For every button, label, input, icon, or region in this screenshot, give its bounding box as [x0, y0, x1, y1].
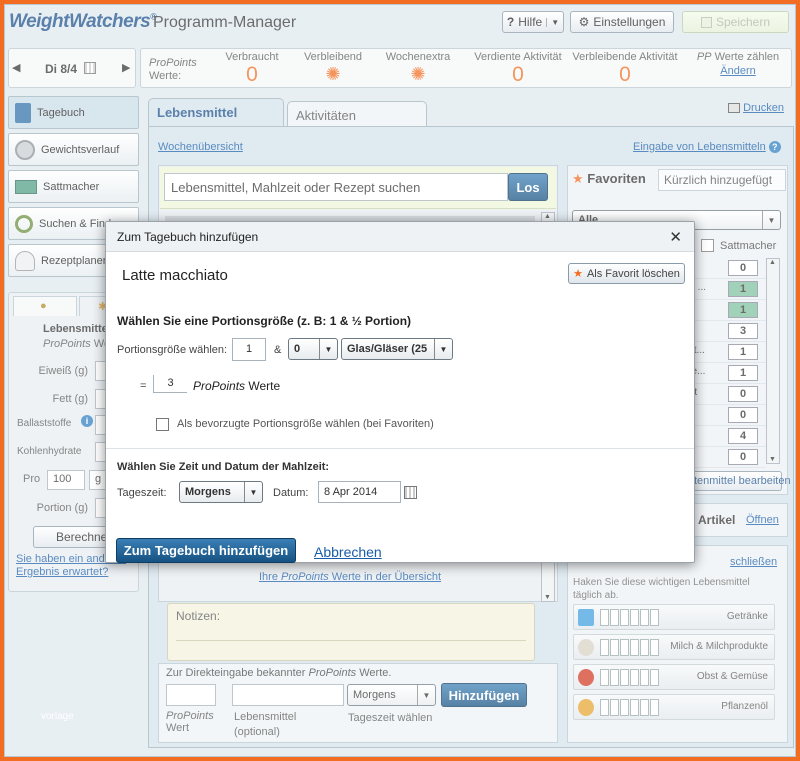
datum-input[interactable]: 8 Apr 2014	[318, 481, 401, 503]
dialog-title: Zum Tagebuch hinzufügen	[117, 230, 259, 244]
tageszeit-label: Tageszeit:	[117, 487, 167, 499]
amp-label: &	[274, 344, 282, 356]
portion-heading: Wählen Sie eine Portionsgröße (z. B: 1 &…	[117, 314, 412, 328]
food-name: Latte macchiato	[122, 267, 228, 284]
time-heading: Wählen Sie Zeit und Datum der Mahlzeit:	[117, 461, 330, 473]
star-icon: ★	[573, 268, 583, 280]
fav-delete-button[interactable]: ★ Als Favorit löschen	[568, 263, 685, 284]
cancel-link[interactable]: Abbrechen	[314, 544, 382, 560]
app-frame: WeightWatchers® Programm-Manager ? Hilfe…	[4, 4, 796, 757]
dialog-header: Zum Tagebuch hinzufügen ✕	[106, 222, 694, 252]
chevron-down-icon: ▼	[244, 482, 262, 502]
datum-label: Datum:	[273, 487, 309, 499]
add-to-diary-dialog: Zum Tagebuch hinzufügen ✕ Latte macchiat…	[105, 221, 695, 563]
equals-label: =	[140, 380, 147, 392]
calendar-icon[interactable]	[404, 486, 417, 499]
chevron-down-icon: ▼	[434, 339, 452, 359]
points-result: 3	[153, 375, 187, 393]
preferred-portion-label: Als bevorzugte Portionsgröße wählen (bei…	[177, 418, 434, 430]
close-icon[interactable]: ✕	[669, 228, 682, 246]
dialog-divider	[106, 448, 694, 449]
portion-fraction-select[interactable]: 0 ▼	[288, 338, 338, 360]
add-to-diary-button[interactable]: Zum Tagebuch hinzufügen	[116, 538, 296, 563]
portion-size-label: Portionsgröße wählen:	[117, 344, 228, 356]
portion-whole-input[interactable]: 1	[232, 338, 266, 361]
preferred-portion-checkbox[interactable]	[156, 418, 169, 431]
tageszeit-select[interactable]: Morgens ▼	[179, 481, 263, 503]
chevron-down-icon: ▼	[319, 339, 337, 359]
portion-unit-select[interactable]: Glas/Gläser (25 ▼	[341, 338, 453, 360]
